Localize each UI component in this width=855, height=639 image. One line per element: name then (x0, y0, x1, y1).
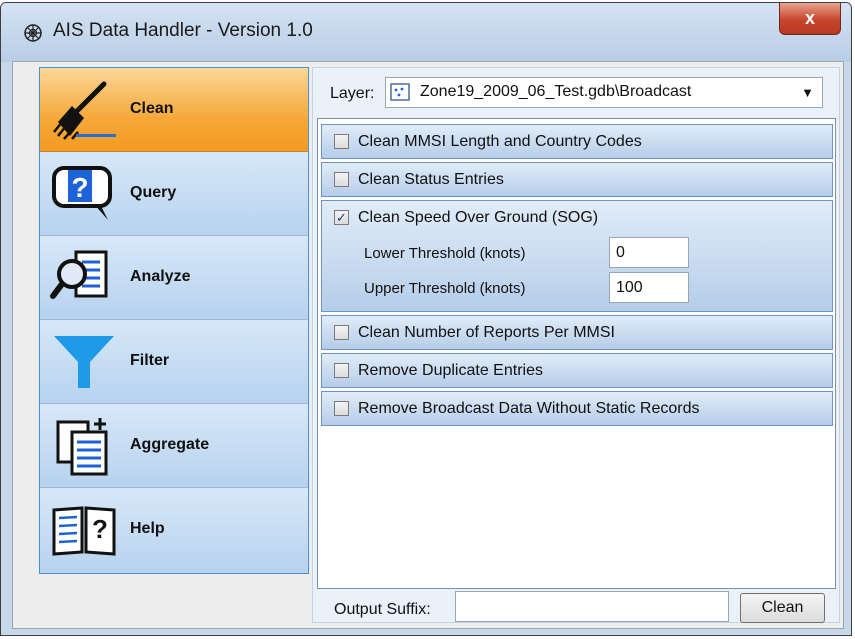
magnify-document-icon (50, 250, 108, 299)
option-header[interactable]: ✓ Clean Speed Over Ground (SOG) (322, 201, 832, 234)
lower-threshold-input[interactable]: 0 (609, 237, 689, 268)
clean-panel: Layer: Zone19_2009_06_Test.gdb\Broadcast… (312, 67, 840, 623)
broom-icon (53, 81, 116, 140)
funnel-icon (54, 336, 114, 388)
sidebar-item-label: Analyze (130, 268, 191, 285)
checkbox[interactable] (334, 325, 349, 340)
output-suffix-label: Output Suffix: (334, 601, 431, 618)
option-label: Remove Broadcast Data Without Static Rec… (358, 400, 700, 417)
upper-threshold-input[interactable]: 100 (609, 272, 689, 303)
sidebar-item-label: Help (130, 520, 165, 537)
compass-rose-icon (24, 24, 42, 42)
layer-dropdown[interactable]: Zone19_2009_06_Test.gdb\Broadcast ▼ (385, 77, 823, 108)
chevron-down-icon[interactable]: ▼ (801, 85, 814, 100)
sidebar-item-filter[interactable]: Filter (40, 320, 308, 404)
option-remove-no-static[interactable]: Remove Broadcast Data Without Static Rec… (321, 391, 833, 426)
sidebar-item-query[interactable]: ? Query (40, 152, 308, 236)
option-label: Clean Number of Reports Per MMSI (358, 324, 615, 341)
output-suffix-input[interactable] (455, 591, 729, 622)
svg-text:?: ? (71, 172, 88, 203)
sidebar: Clean ? Query Analyze Filter Aggregate ?… (39, 67, 309, 574)
option-header[interactable]: Clean Number of Reports Per MMSI (322, 316, 832, 349)
sidebar-item-label: Aggregate (130, 436, 210, 453)
option-clean-mmsi[interactable]: Clean MMSI Length and Country Codes (321, 124, 833, 159)
sidebar-item-clean[interactable]: Clean (40, 68, 308, 152)
option-label: Clean MMSI Length and Country Codes (358, 133, 642, 150)
option-label: Clean Speed Over Ground (SOG) (358, 209, 599, 226)
checkbox[interactable] (334, 401, 349, 416)
option-header[interactable]: Remove Broadcast Data Without Static Rec… (322, 392, 832, 425)
point-layer-icon (390, 83, 410, 101)
options-list: Clean MMSI Length and Country Codes Clea… (317, 118, 836, 589)
option-clean-status[interactable]: Clean Status Entries (321, 162, 833, 197)
question-bubble-icon: ? (52, 166, 112, 220)
svg-text:?: ? (92, 514, 108, 544)
option-label: Clean Status Entries (358, 171, 504, 188)
help-book-icon: ? (52, 506, 116, 556)
client-area: Clean ? Query Analyze Filter Aggregate ?… (12, 61, 844, 629)
sidebar-item-aggregate[interactable]: Aggregate (40, 404, 308, 488)
layer-label: Layer: (330, 85, 375, 102)
app-window: AIS Data Handler - Version 1.0 x Clean ?… (0, 2, 852, 636)
checkbox-checked[interactable]: ✓ (334, 210, 349, 225)
option-clean-reports[interactable]: Clean Number of Reports Per MMSI (321, 315, 833, 350)
lower-threshold-label: Lower Threshold (knots) (364, 245, 526, 262)
title-bar[interactable]: AIS Data Handler - Version 1.0 x (1, 3, 851, 62)
option-header[interactable]: Clean Status Entries (322, 163, 832, 196)
add-documents-icon (56, 418, 108, 476)
sidebar-item-label: Query (130, 184, 177, 201)
upper-threshold-label: Upper Threshold (knots) (364, 280, 526, 297)
close-button[interactable]: x (779, 3, 841, 35)
checkbox[interactable] (334, 363, 349, 378)
checkbox[interactable] (334, 172, 349, 187)
option-header[interactable]: Clean MMSI Length and Country Codes (322, 125, 832, 158)
sidebar-item-help[interactable]: ? Help (40, 488, 308, 573)
sidebar-item-label: Filter (130, 352, 170, 369)
layer-value: Zone19_2009_06_Test.gdb\Broadcast (420, 83, 692, 100)
sidebar-item-analyze[interactable]: Analyze (40, 236, 308, 320)
option-remove-duplicates[interactable]: Remove Duplicate Entries (321, 353, 833, 388)
window-title: AIS Data Handler - Version 1.0 (53, 20, 313, 41)
sidebar-item-label: Clean (130, 100, 174, 117)
clean-button[interactable]: Clean (740, 593, 825, 623)
option-header[interactable]: Remove Duplicate Entries (322, 354, 832, 387)
option-label: Remove Duplicate Entries (358, 362, 543, 379)
checkbox[interactable] (334, 134, 349, 149)
option-clean-sog[interactable]: ✓ Clean Speed Over Ground (SOG) Lower Th… (321, 200, 833, 312)
